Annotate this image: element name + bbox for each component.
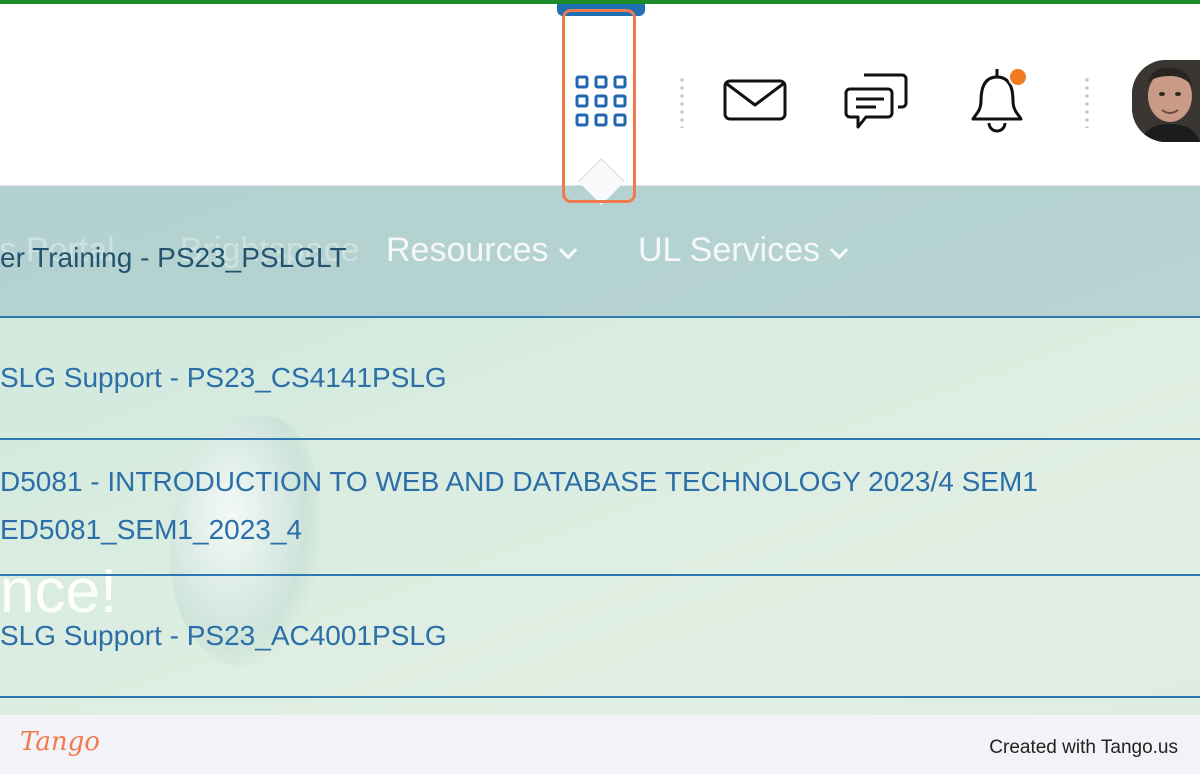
step-highlight bbox=[562, 9, 636, 203]
mail-icon[interactable] bbox=[720, 72, 790, 128]
course-list: er Training - PS23_PSLGLT SLG Support - … bbox=[0, 186, 1200, 716]
course-name[interactable]: SLG Support - PS23_AC4001PSLG bbox=[0, 620, 447, 652]
tango-footer: Tango Created with Tango.us bbox=[0, 715, 1200, 774]
header-separator bbox=[680, 76, 684, 128]
notification-badge bbox=[1008, 67, 1028, 87]
course-code[interactable]: ED5081_SEM1_2023_4 bbox=[0, 514, 302, 546]
list-item[interactable]: er Training - PS23_PSLGLT bbox=[0, 186, 1200, 318]
tango-logo: Tango bbox=[20, 727, 100, 757]
header-separator bbox=[1085, 76, 1089, 128]
list-item[interactable]: SLG Support - PS23_AC4001PSLG bbox=[0, 576, 1200, 698]
course-name[interactable]: SLG Support - PS23_CS4141PSLG bbox=[0, 362, 447, 394]
course-selector-dropdown: ts Portal Brightspace Resources UL Servi… bbox=[0, 185, 1200, 716]
chat-icon[interactable] bbox=[840, 66, 912, 134]
course-name[interactable]: er Training - PS23_PSLGLT bbox=[0, 242, 347, 274]
list-item[interactable]: D5081 - INTRODUCTION TO WEB AND DATABASE… bbox=[0, 440, 1200, 576]
avatar[interactable] bbox=[1132, 60, 1200, 142]
list-item[interactable]: SLG Support - PS23_CS4141PSLG bbox=[0, 318, 1200, 440]
course-name[interactable]: D5081 - INTRODUCTION TO WEB AND DATABASE… bbox=[0, 466, 1038, 498]
tango-credit: Created with Tango.us bbox=[989, 737, 1178, 758]
